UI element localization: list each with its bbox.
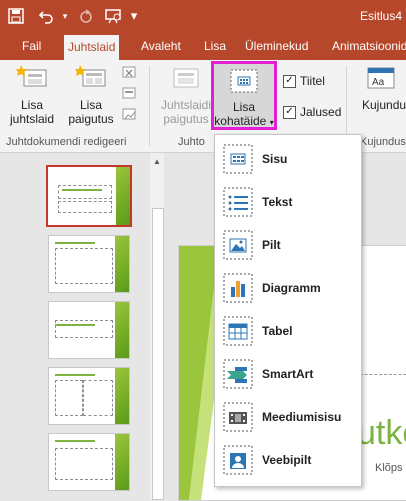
thumbnail-layout[interactable] (48, 235, 130, 293)
menu-item-chart[interactable]: Diagramm (215, 268, 361, 308)
insert-placeholder-menu: Sisu Tekst Pilt Diagramm Tabel SmartArt … (214, 134, 362, 487)
undo-icon[interactable] (36, 6, 56, 26)
insert-slide-master-icon (16, 64, 48, 94)
menu-item-label: Veebipilt (262, 453, 312, 467)
title-checkbox-box[interactable]: ✓ (283, 74, 296, 88)
slide-title-text: utke (357, 414, 406, 452)
menu-item-label: SmartArt (262, 367, 314, 381)
rename-icon[interactable] (122, 87, 136, 104)
app-title: Esitlus4 (359, 9, 402, 23)
menu-item-table[interactable]: Tabel (215, 311, 361, 351)
insert-slide-master-label: Lisa juhtslaid (9, 98, 55, 126)
chart-placeholder-icon (223, 273, 253, 303)
title-checkbox-label: Tiitel (300, 74, 325, 88)
thumbnail-layout[interactable] (48, 301, 130, 359)
content-placeholder-icon (223, 144, 253, 174)
redo-icon (76, 6, 96, 26)
smartart-placeholder-icon (223, 359, 253, 389)
tab-home[interactable]: Avaleht (137, 33, 185, 60)
menu-item-label: Sisu (262, 152, 288, 166)
media-placeholder-icon (223, 402, 253, 432)
master-layout-icon (171, 64, 201, 94)
insert-layout-icon (75, 64, 107, 94)
title-bar: ▾ ▾ Esitlus4 (0, 0, 406, 33)
menu-item-smartart[interactable]: SmartArt (215, 354, 361, 394)
title-checkbox[interactable]: ✓ Tiitel (283, 74, 325, 88)
thumbnail-master[interactable] (46, 165, 132, 227)
group-label-edit-master: Juhtdokumendi redigeeri (6, 136, 127, 148)
menu-item-label: Tekst (262, 195, 293, 209)
callout-highlight (211, 61, 277, 130)
delete-icon[interactable] (122, 66, 136, 83)
thumbnail-layout[interactable] (48, 433, 130, 491)
thumbnail-layout[interactable] (48, 367, 130, 425)
themes-icon: Aa (366, 64, 396, 94)
tab-transitions[interactable]: Üleminekud (241, 33, 312, 60)
save-icon[interactable] (6, 6, 26, 26)
tab-file[interactable]: Fail (18, 33, 45, 60)
menu-item-online-picture[interactable]: Veebipilt (215, 440, 361, 480)
menu-item-label: Tabel (262, 324, 293, 338)
master-layout-label: Juhtslaidi paigutus (160, 98, 212, 126)
themes-button[interactable]: Aa Kujundus (362, 64, 406, 112)
ribbon-separator (149, 66, 150, 146)
menu-item-label: Diagramm (262, 281, 321, 295)
text-placeholder-icon (223, 187, 253, 217)
qat-customize-icon[interactable]: ▾ (124, 6, 144, 26)
group-label-master-layout: Juhto (178, 136, 205, 148)
tab-animations[interactable]: Animatsioonid (328, 33, 406, 60)
footers-checkbox-box[interactable]: ✓ (283, 105, 296, 119)
thumbnail-scrollbar[interactable]: ▲ (150, 153, 164, 500)
preserve-icon[interactable] (122, 108, 136, 125)
footers-checkbox-label: Jalused (300, 105, 342, 119)
insert-layout-button[interactable]: Lisa paigutus (64, 64, 118, 126)
table-placeholder-icon (223, 316, 253, 346)
ribbon-tabs: Fail Juhtslaid Avaleht Lisa Üleminekud A… (0, 33, 406, 60)
tab-insert[interactable]: Lisa (200, 33, 230, 60)
slide-subtitle-text: Klõps (375, 462, 403, 474)
slide-thumbnail-pane (0, 153, 165, 499)
svg-text:Aa: Aa (372, 77, 385, 88)
menu-item-text[interactable]: Tekst (215, 182, 361, 222)
footers-checkbox[interactable]: ✓ Jalused (283, 105, 341, 119)
menu-item-picture[interactable]: Pilt (215, 225, 361, 265)
present-icon[interactable] (104, 6, 124, 26)
menu-item-label: Pilt (262, 238, 281, 252)
insert-layout-label: Lisa paigutus (68, 98, 114, 126)
menu-item-content[interactable]: Sisu (215, 139, 361, 179)
picture-placeholder-icon (223, 230, 253, 260)
menu-item-label: Meediumisisu (262, 410, 342, 424)
themes-label: Kujundus (362, 98, 406, 112)
master-layout-button: Juhtslaidi paigutus (160, 64, 212, 126)
online-picture-placeholder-icon (223, 445, 253, 475)
scroll-up-icon[interactable]: ▲ (153, 157, 161, 166)
insert-slide-master-button[interactable]: Lisa juhtslaid (6, 64, 58, 126)
menu-item-media[interactable]: Meediumisisu (215, 397, 361, 437)
scroll-thumb[interactable] (152, 208, 164, 500)
tab-slide-master[interactable]: Juhtslaid (64, 35, 120, 60)
undo-dropdown-icon[interactable]: ▾ (55, 6, 75, 26)
group-label-themes: Kujunduse (360, 136, 406, 148)
